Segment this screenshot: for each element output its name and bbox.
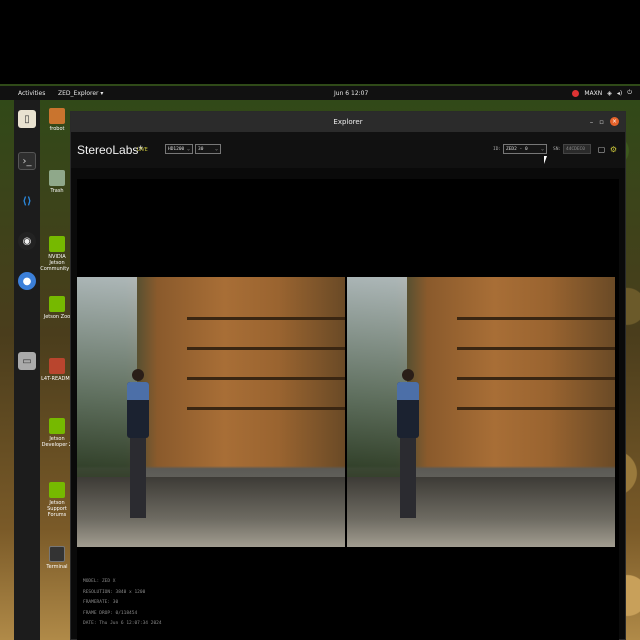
maximize-icon[interactable]: ▫ <box>599 118 604 126</box>
trash-icon <box>49 170 65 186</box>
system-tray[interactable]: MAXN ◈ ◂) ⏻ <box>572 89 632 97</box>
chromium-icon[interactable]: ● <box>18 272 36 290</box>
desktop-icon[interactable]: Jetson Support Forums <box>40 482 74 518</box>
right-camera-feed <box>347 277 615 547</box>
floor <box>347 477 615 547</box>
brand-logo: StereoLabs* <box>77 143 144 157</box>
camera-id-value: ZED2 - 0 <box>506 146 528 152</box>
power-mode-label[interactable]: MAXN <box>584 90 602 97</box>
desktop-icon[interactable]: Trash <box>40 170 74 194</box>
person <box>125 369 151 539</box>
vscode-icon[interactable]: ⟨⟩ <box>18 192 36 210</box>
mouse-cursor <box>544 156 547 164</box>
desktop-icon[interactable]: NVIDIA Jetson Community P <box>40 236 74 272</box>
explorer-window: Explorer – ▫ × StereoLabs* LIVE HD1200 ⌄… <box>70 111 626 640</box>
network-icon[interactable]: ◈ <box>607 90 612 97</box>
floor <box>77 477 345 547</box>
camera-id-select[interactable]: ZED2 - 0 ⌄ <box>503 144 547 154</box>
live-badge: LIVE <box>137 147 148 153</box>
info-resolution: RESOLUTION: 3840 x 1200 <box>83 589 146 595</box>
nvidia-icon <box>49 418 65 434</box>
serial-number-field[interactable]: 44CDEC0 <box>563 144 591 154</box>
terminal-icon <box>49 546 65 562</box>
desktop-icon[interactable]: Terminal <box>40 546 74 570</box>
minimize-icon[interactable]: – <box>590 118 594 126</box>
disk-icon[interactable]: ▭ <box>18 352 36 370</box>
clock[interactable]: Jun 6 12:07 <box>334 90 368 97</box>
info-model: MODEL: ZED X <box>83 579 116 584</box>
fps-select[interactable]: 30 ⌄ <box>195 144 221 154</box>
resolution-select-value: HD1200 <box>168 146 185 152</box>
window-title: Explorer <box>333 118 363 126</box>
nvidia-icon[interactable] <box>572 89 580 97</box>
power-icon[interactable]: ⏻ <box>627 89 632 97</box>
activities-button[interactable]: Activities <box>18 90 45 97</box>
serial-number-value: 44CDEC0 <box>566 146 585 152</box>
desktop-icons: frobot Trash NVIDIA Jetson Community P J… <box>40 100 74 640</box>
record-icon[interactable]: ▢ <box>597 145 606 154</box>
window-titlebar[interactable]: Explorer – ▫ × <box>71 112 625 132</box>
window-controls: – ▫ × <box>590 117 619 126</box>
explorer-toolbar: StereoLabs* LIVE HD1200 ⌄ 30 ⌄ ID: ZED2 … <box>71 132 625 168</box>
app-menu[interactable]: ZED_Explorer ▾ <box>58 90 103 97</box>
home-folder-icon <box>49 108 65 124</box>
info-frame-drop: FRAME DROP: 0/118454 <box>83 610 138 616</box>
chevron-down-icon: ⌄ <box>186 146 190 152</box>
video-stage: MODEL: ZED X RESOLUTION: 3840 x 1200 FRA… <box>77 179 619 640</box>
chevron-down-icon: ⌄ <box>540 146 544 152</box>
nvidia-icon <box>49 236 65 252</box>
dock: ▯ ›_ ⟨⟩ ◉ ● ▭ <box>14 100 40 640</box>
desktop-icon[interactable]: frobot <box>40 108 74 132</box>
volume-icon[interactable]: ◂) <box>617 90 622 97</box>
close-icon[interactable]: × <box>610 117 619 126</box>
fps-select-value: 30 <box>198 146 204 152</box>
desktop-icon[interactable]: Jetson Zoo <box>40 296 74 320</box>
info-date: DATE: Thu Jun 6 12:07:34 2024 <box>83 621 162 626</box>
person <box>395 369 421 539</box>
desktop-icon[interactable]: L4T-README <box>40 358 74 382</box>
nvidia-icon <box>49 482 65 498</box>
sn-label: SN: <box>553 147 562 152</box>
chevron-down-icon: ⌄ <box>214 146 218 152</box>
left-camera-feed <box>77 277 345 547</box>
folder-icon <box>49 358 65 374</box>
resolution-select[interactable]: HD1200 ⌄ <box>165 144 193 154</box>
desktop-icon[interactable]: Jetson Developer Z <box>40 418 74 448</box>
camera-info-panel: MODEL: ZED X RESOLUTION: 3840 x 1200 FRA… <box>83 577 162 630</box>
terminal-icon[interactable]: ›_ <box>18 152 36 170</box>
nvidia-icon <box>49 296 65 312</box>
id-label: ID: <box>493 147 502 152</box>
top-bar: Activities ZED_Explorer ▾ Jun 6 12:07 MA… <box>0 86 640 100</box>
settings-gear-icon[interactable]: ⚙ <box>609 145 618 154</box>
files-icon[interactable]: ▯ <box>18 110 36 128</box>
obs-icon[interactable]: ◉ <box>18 232 36 250</box>
info-framerate: FRAMERATE: 30 <box>83 600 119 605</box>
